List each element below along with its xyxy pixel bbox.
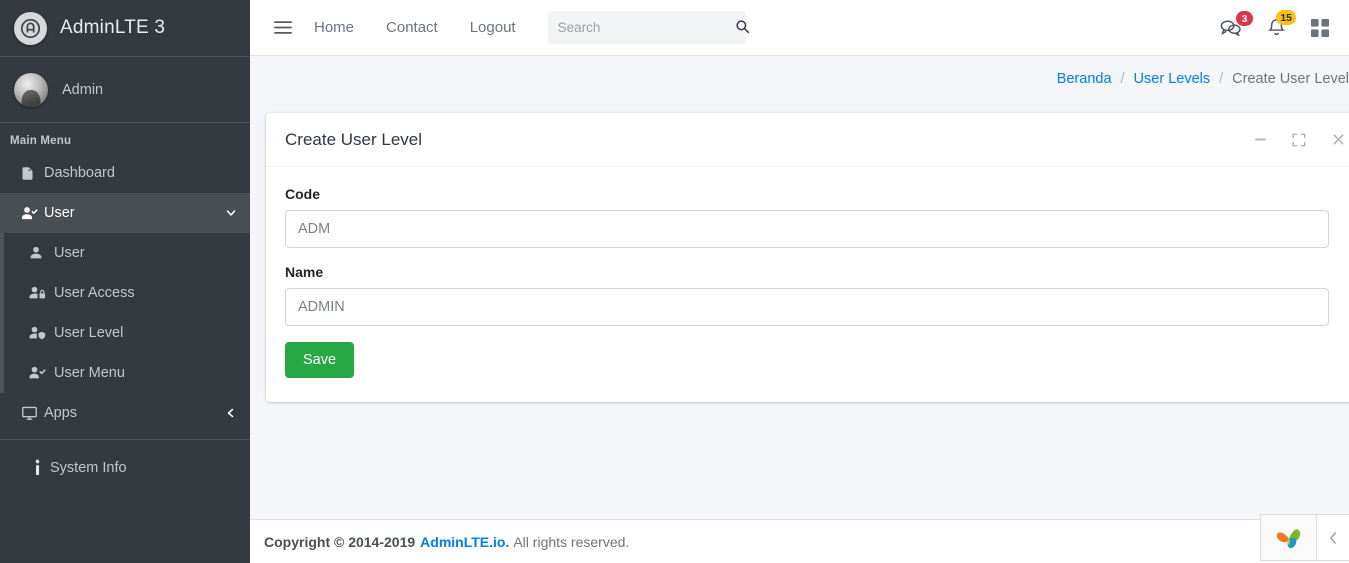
breadcrumb-separator: / (1219, 71, 1224, 87)
sidebar-item-label: User (54, 245, 85, 261)
grid-icon[interactable] (1311, 18, 1329, 37)
breadcrumb-separator: / (1120, 71, 1125, 87)
name-label: Name (285, 264, 324, 280)
sidebar-user-panel[interactable]: Admin (0, 57, 250, 123)
user-check-icon (20, 205, 44, 222)
breadcrumb-item-user-levels[interactable]: User Levels (1134, 71, 1211, 87)
avatar (14, 72, 48, 107)
close-icon[interactable] (1330, 132, 1346, 148)
sidebar-item-user-sub[interactable]: User (0, 233, 250, 273)
form-group-name: Name (285, 264, 1346, 326)
sidebar-item-user-menu[interactable]: User Menu (0, 353, 250, 393)
sidebar-item-label: User (44, 205, 75, 221)
code-label: Code (285, 186, 320, 202)
breadcrumb-item-beranda[interactable]: Beranda (1057, 71, 1112, 87)
bell-badge: 15 (1276, 10, 1296, 25)
sidebar-item-label: Dashboard (44, 165, 115, 181)
desktop-icon (20, 405, 44, 422)
chevron-left-icon[interactable] (1317, 515, 1349, 560)
search-box[interactable] (547, 11, 749, 44)
create-user-level-card: Create User Level Code ADM Name ADMIN Sa… (266, 113, 1349, 402)
sidebar-item-label: User Access (54, 285, 135, 301)
sidebar-item-apps[interactable]: Apps (0, 393, 250, 433)
user-shield-icon (28, 325, 54, 341)
card-body: Code Name Save (266, 167, 1349, 402)
sidebar-item-user-access[interactable]: User Access (0, 273, 250, 313)
content-wrapper: Beranda / User Levels / Create User Leve… (250, 56, 1349, 563)
brand-link[interactable]: AdminLTE 3 (0, 0, 250, 57)
sidebar-item-label: User Menu (54, 365, 125, 381)
navbar-link-logout[interactable]: Logout (454, 19, 532, 36)
navbar-link-contact[interactable]: Contact (370, 19, 454, 36)
sidebar-user-name: Admin (62, 81, 104, 98)
name-input[interactable] (285, 288, 1329, 326)
sidebar-item-label: System Info (50, 460, 127, 476)
circle-a-logo-icon (14, 11, 47, 45)
brand-title: AdminLTE 3 (60, 17, 166, 38)
page-footer: Copyright © 2014-2019 AdminLTE.io. All r… (250, 519, 1349, 563)
comments-badge: 3 (1236, 11, 1253, 26)
breadcrumb-item-active: Create User Level (1232, 71, 1349, 87)
footer-rights: All rights reserved. (513, 533, 630, 550)
card-header: Create User Level (266, 113, 1349, 167)
comments-icon[interactable]: 3 (1220, 11, 1253, 36)
sidebar-item-user[interactable]: User (0, 193, 250, 233)
chevron-down-icon (224, 207, 238, 219)
sidebar: AdminLTE 3 Admin Main Menu Dashboard Use… (0, 0, 250, 563)
user-lock-icon (28, 285, 54, 301)
search-icon[interactable] (735, 19, 750, 37)
search-input[interactable] (557, 20, 735, 35)
bell-icon[interactable]: 15 (1268, 10, 1296, 37)
footer-link-adminlte[interactable]: AdminLTE.io. (420, 534, 509, 550)
sidebar-nav: Dashboard User User User Access User Lev… (0, 153, 250, 488)
hamburger-icon[interactable] (268, 20, 298, 35)
yandex-petal-logo-icon[interactable] (1261, 515, 1317, 560)
sidebar-item-user-level[interactable]: User Level (0, 313, 250, 353)
floating-widget (1260, 514, 1349, 561)
sidebar-item-system-info[interactable]: System Info (0, 448, 250, 488)
breadcrumb: Beranda / User Levels / Create User Leve… (250, 56, 1349, 102)
sidebar-item-label: User Level (54, 325, 124, 341)
code-input[interactable] (285, 210, 1329, 248)
info-icon (24, 459, 50, 477)
expand-icon[interactable] (1291, 132, 1307, 148)
form-group-code: Code (285, 186, 1346, 248)
top-navbar: Home Contact Logout 3 (250, 0, 1349, 56)
footer-copyright: Copyright © 2014-2019 (264, 533, 416, 550)
user-icon (28, 245, 54, 261)
card-tools (1252, 132, 1346, 148)
navbar-right-icons: 3 15 (1220, 10, 1335, 37)
sidebar-menu-header: Main Menu (10, 135, 72, 147)
user-check-icon (28, 365, 54, 381)
navbar-link-home[interactable]: Home (298, 19, 370, 36)
minus-icon[interactable] (1252, 132, 1268, 148)
sidebar-divider (0, 439, 250, 440)
card-title: Create User Level (285, 129, 423, 149)
sidebar-item-dashboard[interactable]: Dashboard (0, 153, 250, 193)
chevron-left-icon (224, 407, 238, 419)
save-button[interactable]: Save (285, 342, 355, 378)
admin-dashboard: AdminLTE 3 Admin Main Menu Dashboard Use… (0, 0, 1349, 563)
sidebar-item-label: Apps (44, 405, 78, 421)
file-icon (20, 165, 44, 182)
create-user-level-form: Code Name Save (285, 186, 1346, 378)
sidebar-submenu-user: User User Access User Level User Menu (0, 233, 250, 393)
